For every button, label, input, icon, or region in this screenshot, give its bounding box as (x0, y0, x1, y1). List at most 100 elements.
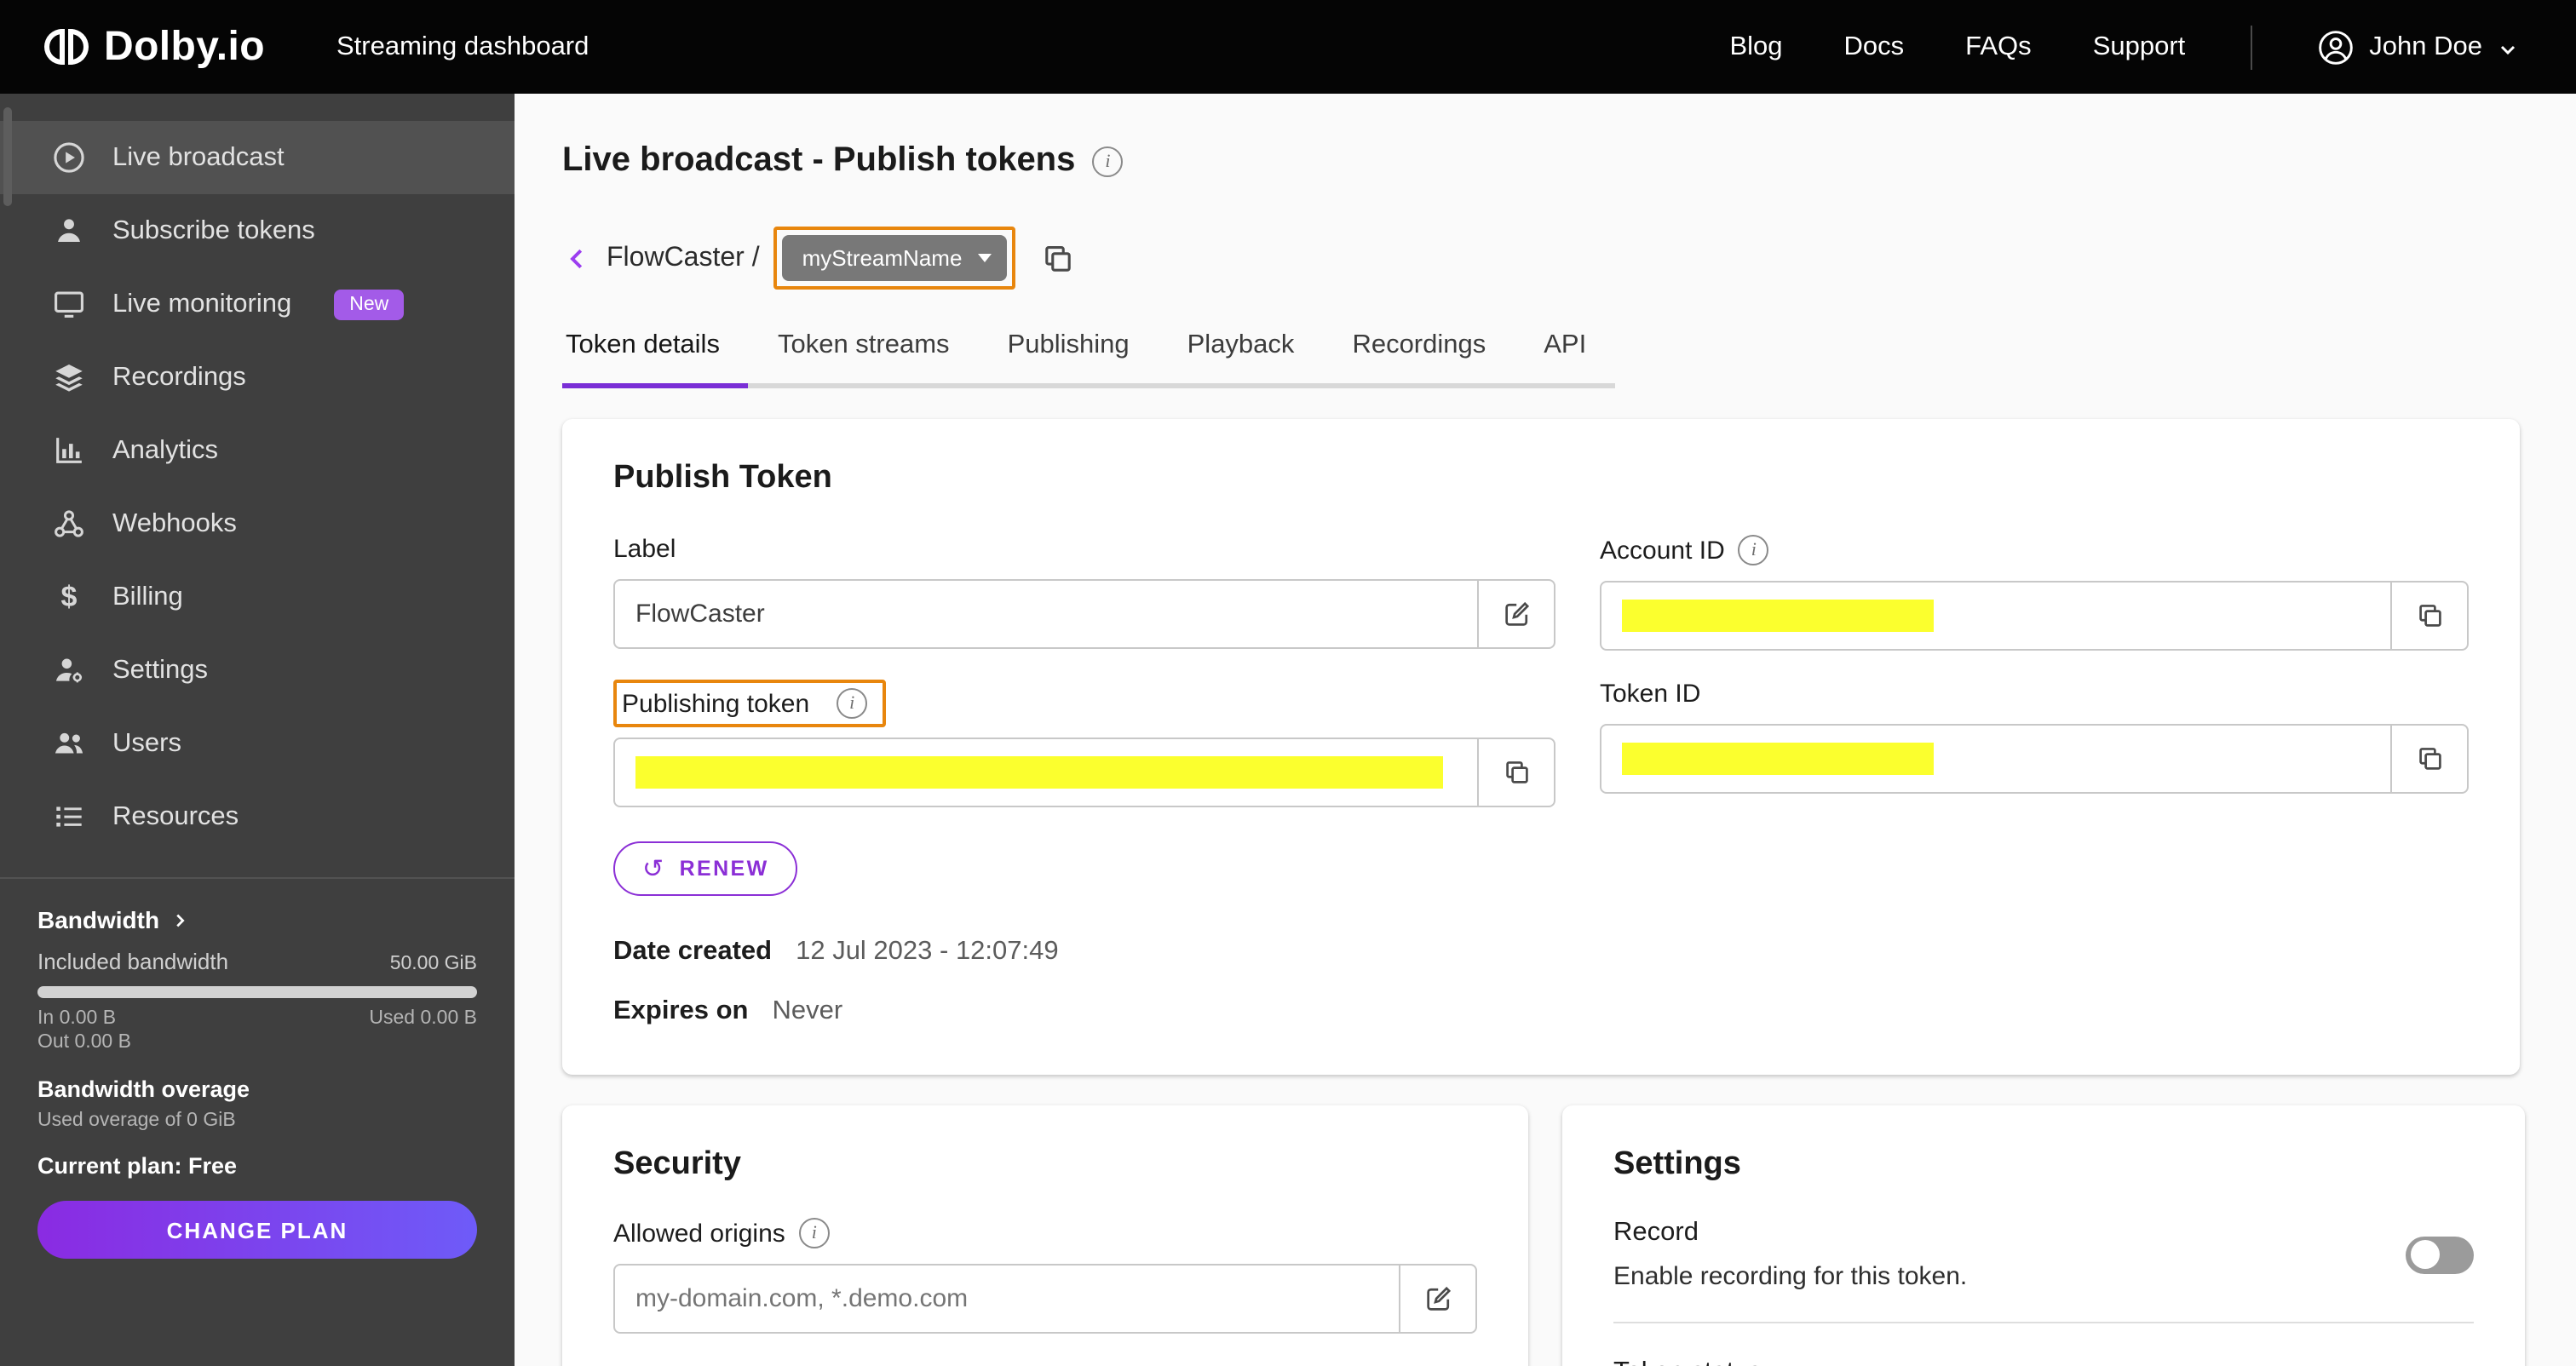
label-field: Label (613, 535, 1555, 651)
allowed-origins-label: Allowed origins (613, 1219, 785, 1248)
sidebar-item-live-monitoring[interactable]: Live monitoring New (0, 267, 515, 341)
stream-name-label: myStreamName (802, 245, 963, 271)
bandwidth-out: Out 0.00 B (37, 1032, 131, 1053)
expires-on-label: Expires on (613, 996, 749, 1025)
sidebar-item-label: Analytics (112, 435, 219, 464)
sidebar-item-webhooks[interactable]: Webhooks (0, 487, 515, 560)
token-id-field: Token ID (1600, 680, 2469, 807)
renew-icon: ↺ (642, 855, 666, 884)
dolby-logo[interactable]: Dolby.io (44, 23, 265, 71)
user-menu[interactable]: John Doe (2316, 28, 2518, 66)
tab-api[interactable]: API (1515, 330, 1615, 388)
page-title: Live broadcast - Publish tokens (562, 141, 1076, 179)
nav-docs[interactable]: Docs (1844, 32, 1905, 62)
publishing-token-label: Publishing token (622, 689, 810, 718)
tab-token-details[interactable]: Token details (562, 330, 749, 388)
bandwidth-overage-title: Bandwidth overage (37, 1076, 250, 1102)
sidebar-item-label: Live monitoring (112, 289, 292, 318)
bar-chart-icon (51, 433, 87, 468)
app-root: Dolby.io Streaming dashboard Blog Docs F… (0, 0, 2576, 1366)
sidebar-item-settings[interactable]: Settings (0, 634, 515, 707)
info-icon[interactable]: i (837, 688, 868, 719)
copy-icon[interactable] (2392, 583, 2467, 649)
nav-faqs[interactable]: FAQs (1965, 32, 2032, 62)
main-content: Live broadcast - Publish tokens i FlowCa… (515, 94, 2576, 1366)
annotation-box-publishing-token: Publishing token i (613, 680, 887, 727)
product-title: Streaming dashboard (336, 32, 589, 60)
sidebar-item-recordings[interactable]: Recordings (0, 341, 515, 414)
redacted-account-id (1622, 600, 1934, 632)
bandwidth-panel: Bandwidth Included bandwidth 50.00 GiB I… (0, 877, 515, 1259)
tab-token-streams[interactable]: Token streams (749, 330, 979, 388)
sidebar-item-subscribe-tokens[interactable]: Subscribe tokens (0, 194, 515, 267)
info-icon[interactable]: i (798, 1218, 830, 1248)
copy-icon[interactable] (1038, 239, 1076, 277)
sidebar-nav: Live broadcast Subscribe tokens Live mon… (0, 94, 515, 853)
record-toggle[interactable] (2406, 1236, 2474, 1273)
change-plan-button[interactable]: CHANGE PLAN (37, 1201, 477, 1259)
bandwidth-link[interactable]: Bandwidth (37, 906, 477, 933)
sidebar-item-label: Subscribe tokens (112, 215, 315, 244)
breadcrumb-parent[interactable]: FlowCaster / (607, 243, 760, 273)
security-title: Security (613, 1146, 741, 1182)
bandwidth-title: Bandwidth (37, 906, 160, 933)
info-icon[interactable]: i (1738, 535, 1769, 565)
sidebar-item-billing[interactable]: $ Billing (0, 560, 515, 634)
account-id-field: Account ID i (1600, 535, 2469, 651)
toggle-knob (2411, 1240, 2440, 1269)
back-chevron-icon[interactable] (562, 243, 593, 273)
edit-icon[interactable] (1479, 581, 1554, 647)
brand-name: Dolby.io (104, 23, 265, 69)
info-icon[interactable]: i (1092, 146, 1124, 176)
nav-blog[interactable]: Blog (1729, 32, 1782, 62)
chevron-down-icon (977, 254, 992, 262)
bandwidth-in: In 0.00 B (37, 1008, 117, 1029)
sidebar-item-label: Users (112, 728, 181, 757)
sidebar-item-analytics[interactable]: Analytics (0, 414, 515, 487)
list-icon (51, 799, 87, 835)
chevron-down-icon (2498, 37, 2518, 57)
topbar-divider (2250, 25, 2252, 69)
token-status-row: Token status Enable or disable your publ… (1613, 1357, 2474, 1366)
annotation-box-stream-selector: myStreamName (773, 227, 1015, 290)
settings-title: Settings (1613, 1146, 1741, 1182)
sidebar-item-live-broadcast[interactable]: Live broadcast (0, 121, 515, 194)
included-bandwidth-value: 50.00 GiB (389, 954, 477, 974)
monitor-icon (51, 286, 87, 322)
sidebar-item-label: Resources (112, 801, 239, 830)
record-description: Enable recording for this token. (1613, 1262, 1968, 1291)
included-bandwidth-label: Included bandwidth (37, 949, 229, 974)
current-plan-label: Current plan: Free (37, 1153, 238, 1179)
publish-token-card: Publish Token Label FlowCaster Account I… (562, 419, 2520, 1075)
dolby-double-d-icon (44, 29, 89, 65)
sidebar-item-users[interactable]: Users (0, 707, 515, 780)
label-input[interactable] (635, 600, 1457, 628)
sidebar-scrollbar[interactable] (3, 107, 12, 206)
webhook-icon (51, 506, 87, 542)
copy-icon[interactable] (1479, 739, 1554, 806)
renew-label: RENEW (679, 857, 769, 881)
avatar-icon (2316, 28, 2354, 66)
renew-button[interactable]: ↺ RENEW (613, 841, 798, 896)
sidebar-item-resources[interactable]: Resources (0, 780, 515, 853)
tab-publishing[interactable]: Publishing (979, 330, 1159, 388)
date-created-label: Date created (613, 937, 773, 966)
topbar: Dolby.io Streaming dashboard Blog Docs F… (0, 0, 2576, 94)
dollar-icon: $ (60, 580, 78, 612)
sidebar-item-label: Settings (112, 655, 209, 684)
account-id-label: Account ID (1600, 536, 1725, 565)
security-card: Security Allowed origins i IP filter typ… (562, 1105, 1528, 1366)
tab-recordings[interactable]: Recordings (1323, 330, 1515, 388)
edit-icon[interactable] (1400, 1266, 1475, 1332)
bandwidth-progress-bar (37, 986, 477, 998)
bandwidth-used: Used 0.00 B (369, 1008, 477, 1029)
breadcrumb: FlowCaster / myStreamName (562, 227, 2525, 290)
sidebar-item-label: Recordings (112, 362, 246, 391)
allowed-origins-input[interactable] (635, 1284, 1378, 1313)
nav-support[interactable]: Support (2093, 32, 2186, 62)
record-row: Record Enable recording for this token. (1613, 1218, 2474, 1291)
copy-icon[interactable] (2392, 726, 2467, 792)
tab-playback[interactable]: Playback (1159, 330, 1324, 388)
publish-token-title: Publish Token (613, 460, 832, 496)
stream-name-dropdown[interactable]: myStreamName (781, 235, 1007, 281)
